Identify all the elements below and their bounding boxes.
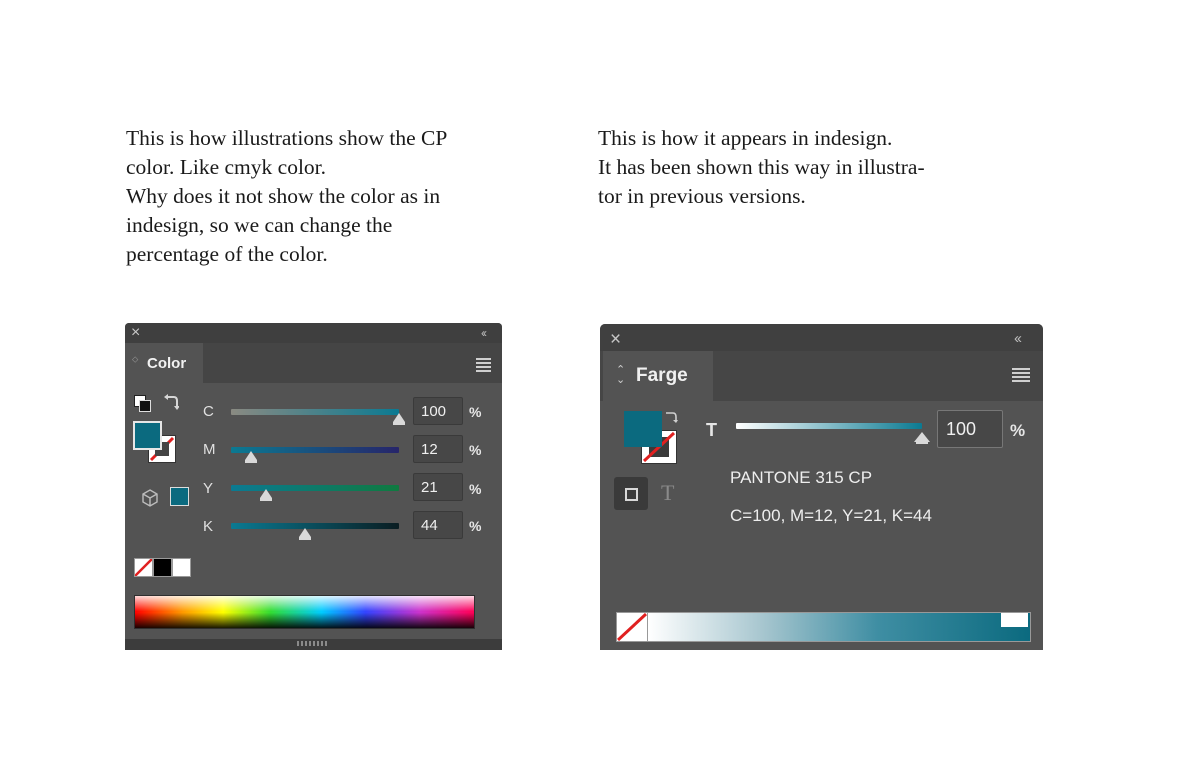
paper-swatch[interactable] (1001, 613, 1028, 627)
caption-line: percentage of the color. (126, 242, 328, 266)
formatting-text-icon[interactable]: T (661, 480, 674, 506)
none-swatch-icon[interactable] (616, 612, 648, 642)
tab-arrows-icon: ⌃⌄ (616, 364, 626, 386)
default-fill-stroke-icon[interactable] (134, 395, 151, 412)
channel-m-unit: % (469, 442, 482, 458)
black-swatch[interactable] (153, 558, 172, 577)
channel-k-unit: % (469, 518, 482, 534)
channel-k-input[interactable]: 44 (413, 511, 463, 539)
channel-k-slider[interactable] (231, 523, 399, 529)
tint-unit: % (1010, 421, 1026, 440)
channel-y-unit: % (469, 481, 482, 497)
indesign-color-panel: × ‹‹ ⌃⌄ Farge T T 100 % PANTONE 315 CP C… (600, 324, 1043, 650)
tab-color[interactable]: ⬦ Color (125, 343, 203, 383)
collapse-icon[interactable]: ‹‹ (481, 327, 487, 339)
tint-input[interactable]: 100 (937, 410, 1003, 448)
tint-ramp[interactable] (647, 612, 1031, 642)
tint-label: T (706, 420, 717, 440)
channel-k-label: K (203, 518, 214, 535)
caption-line: This is how illustrations show the CP (126, 126, 448, 150)
resize-grip-icon[interactable] (297, 641, 327, 646)
tint-thumb[interactable] (914, 432, 930, 444)
none-swatch[interactable] (134, 558, 153, 577)
panel-titlebar (600, 324, 1043, 351)
fill-swatch[interactable] (133, 421, 162, 450)
tint-slider[interactable] (736, 423, 922, 429)
channel-y-thumb[interactable] (260, 489, 273, 501)
collapse-icon[interactable]: ‹‹ (1014, 331, 1022, 346)
caption-line: It has been shown this way in illustra- (598, 155, 925, 179)
menu-icon[interactable] (1012, 368, 1030, 384)
channel-k-thumb[interactable] (298, 528, 311, 540)
channel-y-label: Y (203, 480, 214, 497)
channel-c-thumb[interactable] (393, 413, 405, 425)
tab-label: Farge (636, 365, 688, 386)
channel-m-input[interactable]: 12 (413, 435, 463, 463)
channel-y-input[interactable]: 21 (413, 473, 463, 501)
caption-line: Why does it not show the color as in (126, 184, 441, 208)
illustrator-color-panel: × ‹‹ ⬦ Color C 100 % M 12 % Y 21 % K 44 … (125, 323, 502, 650)
tab-farge[interactable]: ⌃⌄ Farge (603, 351, 713, 401)
channel-c-unit: % (469, 404, 482, 420)
out-of-gamut-cube-icon[interactable] (141, 489, 159, 507)
channel-y-slider[interactable] (231, 485, 399, 491)
cmyk-breakdown: C=100, M=12, Y=21, K=44 (730, 506, 932, 525)
caption-line: indesign, so we can change the (126, 213, 393, 237)
left-caption: This is how illustrations show the CP co… (126, 124, 447, 269)
formatting-container-icon[interactable] (614, 477, 648, 510)
right-caption: This is how it appears in indesign. It h… (598, 124, 925, 211)
swap-fill-stroke-icon[interactable] (664, 410, 678, 424)
channel-c-label: C (203, 403, 214, 420)
fill-swatch[interactable] (624, 411, 662, 447)
channel-m-thumb[interactable] (245, 451, 258, 463)
channel-c-input[interactable]: 100 (413, 397, 463, 425)
channel-m-label: M (203, 441, 216, 458)
close-icon[interactable]: × (610, 330, 621, 349)
swap-fill-stroke-icon[interactable] (163, 393, 180, 411)
close-icon[interactable]: × (131, 325, 140, 341)
tab-arrows-icon: ⬦ (132, 354, 139, 364)
panel-titlebar (125, 323, 502, 343)
menu-icon[interactable] (476, 358, 491, 374)
channel-c-slider[interactable] (231, 409, 399, 415)
swatch-name: PANTONE 315 CP (730, 468, 873, 487)
caption-line: color. Like cmyk color. (126, 155, 327, 179)
caption-line: This is how it appears in indesign. (598, 126, 893, 150)
white-swatch[interactable] (172, 558, 191, 577)
color-spectrum[interactable] (134, 595, 475, 629)
closest-color-swatch[interactable] (170, 487, 189, 506)
caption-line: tor in previous versions. (598, 184, 806, 208)
tab-label: Color (147, 355, 187, 372)
